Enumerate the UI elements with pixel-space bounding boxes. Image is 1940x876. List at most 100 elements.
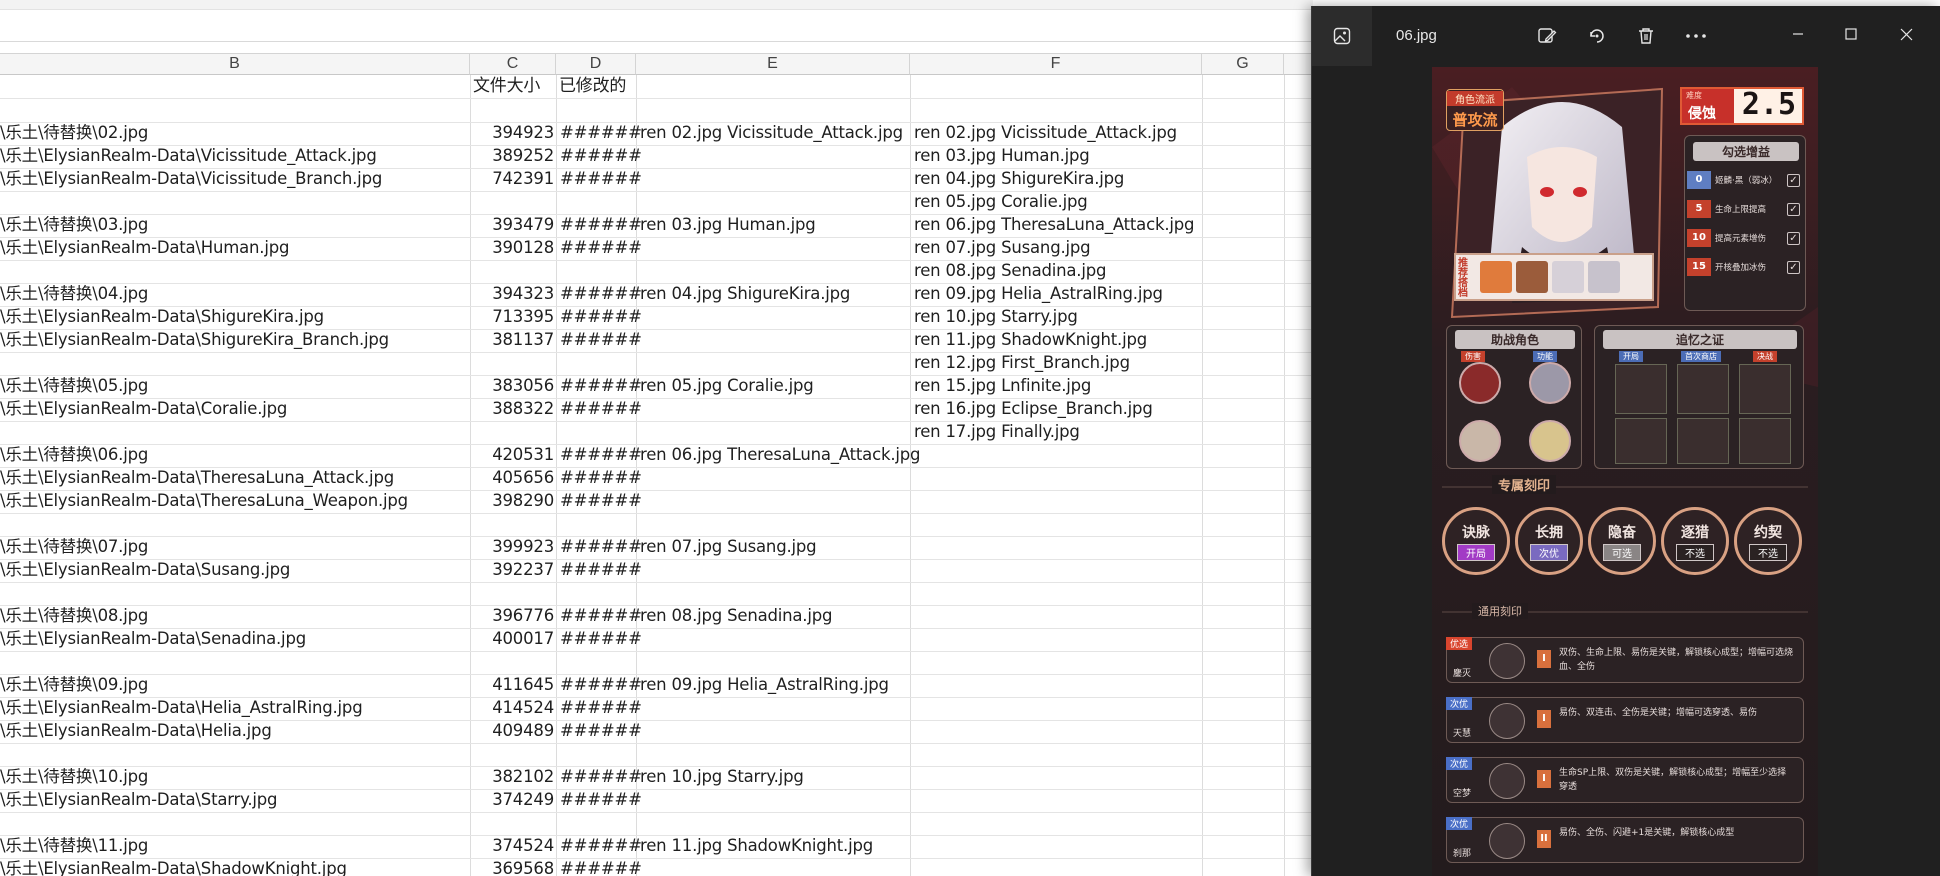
column-header-f[interactable]: F [910, 53, 1202, 75]
cell-b[interactable]: \乐土\ElysianRealm-Data\Helia.jpg [0, 719, 468, 742]
delete-icon[interactable] [1630, 20, 1662, 52]
cell-f[interactable]: ren 17.jpg Finally.jpg [914, 420, 1200, 443]
cell-e[interactable] [640, 788, 908, 811]
cell-f[interactable]: ren 16.jpg Eclipse_Branch.jpg [914, 397, 1200, 420]
cell-e[interactable] [640, 305, 908, 328]
cell-b[interactable]: \乐土\ElysianRealm-Data\Senadina.jpg [0, 627, 468, 650]
cell-d[interactable]: ###### [560, 719, 642, 742]
cell-f[interactable] [914, 650, 1200, 673]
cell-c[interactable]: 400017 [470, 627, 554, 650]
cell-c[interactable] [470, 811, 554, 834]
more-icon[interactable] [1680, 20, 1712, 52]
cell-e[interactable] [640, 650, 908, 673]
cell-e[interactable] [640, 259, 908, 282]
cell-d[interactable]: ###### [560, 765, 642, 788]
cell-e[interactable] [640, 512, 908, 535]
cell-e[interactable] [640, 719, 908, 742]
cell-b[interactable] [0, 351, 468, 374]
cell-e[interactable] [640, 351, 908, 374]
cell-c[interactable]: 381137 [470, 328, 554, 351]
column-header-b[interactable]: B [0, 53, 470, 75]
cell-c[interactable]: 388322 [470, 397, 554, 420]
cell-f[interactable]: ren 10.jpg Starry.jpg [914, 305, 1200, 328]
cell-f[interactable]: ren 06.jpg TheresaLuna_Attack.jpg [914, 213, 1200, 236]
cell-d[interactable] [560, 811, 636, 834]
cell-b[interactable]: \乐土\待替换\04.jpg [0, 282, 468, 305]
cell-d[interactable]: ###### [560, 696, 642, 719]
cell-b[interactable]: \乐土\待替换\09.jpg [0, 673, 468, 696]
cell-b[interactable]: \乐土\待替换\03.jpg [0, 213, 468, 236]
photos-app-icon[interactable] [1312, 6, 1372, 66]
cell-e[interactable]: ren 05.jpg Coralie.jpg [640, 374, 908, 397]
cell-f[interactable] [914, 834, 1200, 857]
cell-f[interactable] [914, 466, 1200, 489]
cell-b[interactable]: \乐土\待替换\02.jpg [0, 121, 468, 144]
cell-d[interactable]: ###### [560, 236, 642, 259]
cell-f[interactable] [914, 627, 1200, 650]
cell-c[interactable]: 374524 [470, 834, 554, 857]
cell-d[interactable] [560, 259, 636, 282]
column-header-c[interactable]: C [470, 53, 556, 75]
cell-d[interactable] [560, 742, 636, 765]
cell-c[interactable] [470, 259, 554, 282]
column-header-h[interactable] [1284, 53, 1313, 75]
cell-d[interactable]: ###### [560, 466, 642, 489]
cell-d[interactable] [560, 512, 636, 535]
maximize-icon[interactable] [1831, 16, 1871, 52]
cell-e[interactable]: ren 03.jpg Human.jpg [640, 213, 908, 236]
cell-e[interactable] [640, 190, 908, 213]
cell-c[interactable] [470, 351, 554, 374]
cell-f[interactable]: ren 07.jpg Susang.jpg [914, 236, 1200, 259]
cell-f[interactable] [914, 742, 1200, 765]
cell-d[interactable]: ###### [560, 788, 642, 811]
cell-b[interactable] [0, 811, 468, 834]
cell-f[interactable]: ren 11.jpg ShadowKnight.jpg [914, 328, 1200, 351]
column-header-e[interactable]: E [636, 53, 910, 75]
cell-b[interactable]: \乐土\待替换\05.jpg [0, 374, 468, 397]
cell-f[interactable]: ren 02.jpg Vicissitude_Attack.jpg [914, 121, 1200, 144]
cell-f[interactable] [914, 673, 1200, 696]
cell-c[interactable]: 374249 [470, 788, 554, 811]
cell-e[interactable]: ren 10.jpg Starry.jpg [640, 765, 908, 788]
cell-e[interactable] [640, 397, 908, 420]
cell-f[interactable] [914, 765, 1200, 788]
cell-f[interactable] [914, 581, 1200, 604]
cell-d[interactable]: ###### [560, 489, 642, 512]
displayed-image[interactable]: 角色流派 普攻流 难度 侵蚀 2.5 推荐搭档 勾选增益 0 姬麟·黑（弱冰） ✓ 5… [1432, 67, 1818, 876]
cell-d[interactable]: ###### [560, 834, 642, 857]
cell-d[interactable]: ###### [560, 535, 642, 558]
edit-image-icon[interactable] [1531, 20, 1563, 52]
close-icon[interactable] [1886, 16, 1926, 52]
cell-b[interactable]: \乐土\ElysianRealm-Data\TheresaLuna_Attack… [0, 466, 468, 489]
cell-b[interactable]: \乐土\待替换\07.jpg [0, 535, 468, 558]
cell-e[interactable]: ren 02.jpg Vicissitude_Attack.jpg [640, 121, 908, 144]
cell-e[interactable] [640, 236, 908, 259]
cell-c[interactable] [470, 190, 554, 213]
cell-e[interactable] [640, 420, 908, 443]
cell-b[interactable]: \乐土\待替换\10.jpg [0, 765, 468, 788]
cell-b[interactable]: \乐土\待替换\11.jpg [0, 834, 468, 857]
cell-f[interactable] [914, 857, 1200, 876]
cell-b[interactable]: \乐土\ElysianRealm-Data\Vicissitude_Branch… [0, 167, 468, 190]
cell-b[interactable]: \乐土\ElysianRealm-Data\ShadowKnight.jpg [0, 857, 468, 876]
cell-b[interactable]: \乐土\ElysianRealm-Data\Susang.jpg [0, 558, 468, 581]
column-header-d[interactable]: D [556, 53, 636, 75]
cell-f[interactable]: ren 12.jpg First_Branch.jpg [914, 351, 1200, 374]
cell-f[interactable] [914, 535, 1200, 558]
cell-f[interactable] [914, 443, 1200, 466]
cell-c[interactable]: 742391 [470, 167, 554, 190]
cell-e[interactable] [640, 696, 908, 719]
cell-f[interactable] [914, 512, 1200, 535]
cell-f[interactable]: ren 05.jpg Coralie.jpg [914, 190, 1200, 213]
cell-d[interactable]: ###### [560, 282, 642, 305]
cell-c[interactable] [470, 581, 554, 604]
cell-f[interactable]: ren 08.jpg Senadina.jpg [914, 259, 1200, 282]
cell-b[interactable]: \乐土\待替换\06.jpg [0, 443, 468, 466]
cell-d[interactable]: ###### [560, 857, 642, 876]
cell-b[interactable]: \乐土\ElysianRealm-Data\Starry.jpg [0, 788, 468, 811]
cell-e[interactable]: ren 09.jpg Helia_AstralRing.jpg [640, 673, 908, 696]
cell-f[interactable]: ren 03.jpg Human.jpg [914, 144, 1200, 167]
minimize-icon[interactable] [1778, 16, 1818, 52]
cell-d[interactable]: ###### [560, 305, 642, 328]
cell-d[interactable] [560, 190, 636, 213]
